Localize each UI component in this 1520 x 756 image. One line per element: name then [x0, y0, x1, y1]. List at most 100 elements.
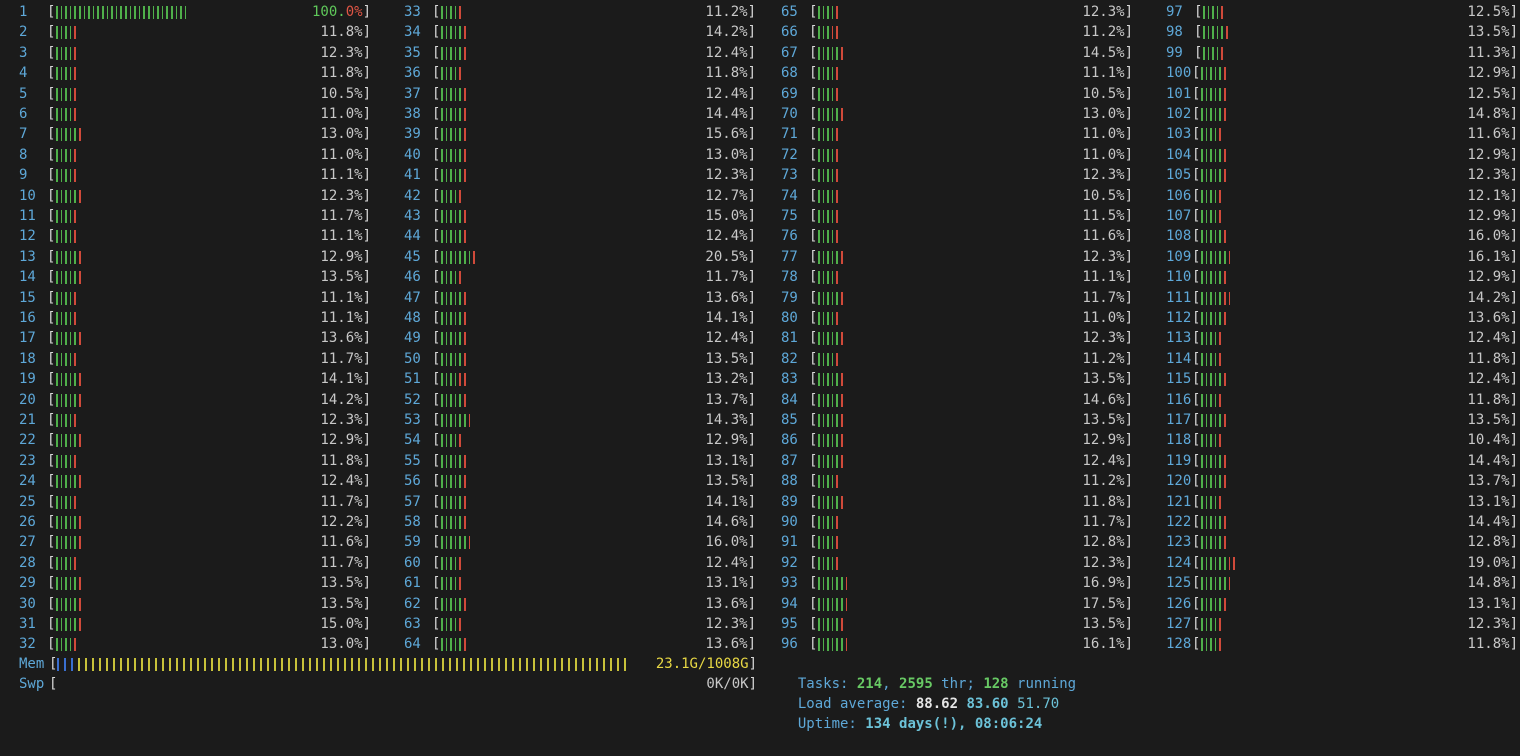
cpu-bar-tick-user [441, 516, 443, 529]
cpu-id-label: 125 [1166, 575, 1192, 592]
cpu-percent: 11.7%] [219, 206, 371, 226]
cpu-percent: 12.3%] [219, 410, 371, 430]
cpu-bar-tick-kernel [836, 556, 838, 570]
cpu-bar-tick-user [464, 414, 466, 427]
mem-bar-tick-cache [561, 658, 563, 671]
cpu-percent-value: 14.2% [320, 391, 363, 408]
cpu-meter-row: 17[13.6%] [19, 328, 371, 348]
cpu-bar-tick-user [1205, 597, 1208, 611]
cpu-id-label: 10 [19, 187, 36, 204]
cpu-bracket-open: [ [809, 616, 818, 632]
cpu-percent: 11.2%] [981, 349, 1133, 369]
cpu-bracket-open: [ [47, 44, 56, 61]
cpu-percent: 13.7%] [604, 390, 756, 410]
cpu-bar-tick-user [1214, 393, 1217, 407]
cpu-bar-tick-user [818, 495, 820, 509]
cpu-bar-tick-user [1219, 556, 1221, 570]
cpu-bar-tick-kernel [459, 577, 461, 591]
mem-bar-tick-cache [358, 658, 360, 671]
cpu-meter-row: 117[13.5%] [1166, 410, 1518, 430]
cpu-bar-tick-user [56, 556, 58, 570]
cpu-bracket-close: ] [1509, 514, 1518, 530]
cpu-bar-tick-user [1205, 250, 1208, 264]
cpu-id-label: 107 [1166, 208, 1192, 224]
cpu-percent-value: 14.4% [1467, 452, 1510, 469]
cpu-bar-tick-user [1214, 414, 1217, 427]
cpu-bar-tick-user [74, 597, 76, 611]
cpu-bracket-open: [ [809, 575, 818, 592]
cpu-bar-tick-user [827, 618, 829, 631]
mem-bar-tick-cache [183, 658, 185, 671]
cpu-bar-tick-kernel [841, 108, 843, 121]
cpu-percent: 11.1%] [219, 308, 371, 328]
cpu-bracket-open: [ [809, 452, 818, 469]
cpu-bracket-open: [ [1192, 432, 1201, 449]
cpu-bar-tick-kernel [1224, 312, 1226, 325]
cpu-bar-tick-user [74, 536, 76, 550]
cpu-id-label: 18 [19, 350, 36, 367]
cpu-bracket-open: [ [1192, 248, 1201, 265]
cpu-percent: 13.0%] [981, 104, 1133, 124]
cpu-bar-tick-user [827, 556, 829, 570]
cpu-bar-tick-user [459, 46, 461, 60]
cpu-bar-tick-user [1219, 312, 1221, 325]
cpu-id-label: 113 [1166, 330, 1192, 347]
cpu-bracket-open: [ [1192, 371, 1201, 388]
cpu-meter-row: 113[12.4%] [1166, 328, 1518, 348]
cpu-percent-value: 12.4% [1082, 452, 1125, 469]
cpu-bracket-open: [ [432, 187, 441, 204]
cpu-bar-tick-user [841, 597, 843, 611]
cpu-id-label: 26 [19, 514, 36, 530]
cpu-bracket-open: [ [1192, 473, 1201, 490]
cpu-bar-tick-user [445, 475, 448, 489]
cpu-bar-tick-user [1210, 475, 1212, 489]
cpu-percent: 12.3%] [981, 328, 1133, 348]
cpu-id-label: 85 [781, 412, 798, 428]
cpu-bar-tick-user [450, 210, 452, 223]
cpu-bar-tick-kernel [1219, 352, 1221, 366]
cpu-bar-tick-user [459, 475, 461, 489]
cpu-bar-tick-kernel [836, 189, 838, 203]
cpu-percent-value: 12.4% [1467, 371, 1510, 388]
cpu-bracket-open: [ [1192, 452, 1201, 469]
cpu-bar-tick-user [1203, 26, 1205, 40]
mem-bar-tick-cache [204, 658, 206, 671]
cpu-id-label: 72 [781, 146, 798, 163]
cpu-bar-tick-kernel [836, 169, 838, 183]
cpu-id-label: 84 [781, 391, 798, 408]
cpu-meter-row: 3[12.3%] [19, 43, 371, 63]
cpu-percent-value: 12.9% [705, 432, 748, 449]
cpu-id-label: 76 [781, 228, 798, 245]
cpu-percent: 12.9%] [981, 430, 1133, 450]
cpu-bar-tick-user [459, 169, 461, 183]
cpu-meter-row: 7[13.0%] [19, 124, 371, 144]
cpu-id-label: 47 [404, 289, 421, 306]
cpu-meter-row: 118[10.4%] [1166, 430, 1518, 450]
cpu-percent-value: 12.5% [1467, 4, 1510, 20]
cpu-bar-tick-kernel [464, 210, 466, 223]
cpu-bar-tick-user [79, 6, 81, 19]
cpu-bar-tick-user [56, 454, 58, 468]
cpu-bar-tick-user [1219, 577, 1221, 591]
cpu-bracket-close: ] [362, 575, 371, 592]
cpu-bar-tick-kernel [1228, 577, 1231, 591]
cpu-bar-tick-user [450, 597, 452, 611]
cpu-bar-tick-user [459, 516, 461, 529]
cpu-bar-tick-user [56, 536, 58, 550]
cpu-percent-value: 15.0% [320, 616, 363, 632]
cpu-bar-tick-user [450, 148, 452, 162]
cpu-bar-tick-user [1210, 108, 1212, 121]
cpu-bar-tick-user [120, 6, 122, 19]
cpu-bar-tick-user [818, 230, 820, 244]
cpu-percent: 11.1%] [981, 63, 1133, 83]
cpu-percent-value: 13.6% [1467, 310, 1510, 326]
cpu-bar-tick-kernel [464, 291, 466, 305]
cpu-id-label: 25 [19, 493, 36, 510]
cpu-bar-tick-user [1210, 312, 1212, 325]
cpu-bracket-close: ] [747, 44, 756, 61]
cpu-bar-tick-user [468, 250, 471, 264]
cpu-bar-tick-user [166, 6, 168, 19]
cpu-bar-tick-user [818, 128, 820, 142]
cpu-meter-row: 95[13.5%] [781, 614, 1133, 634]
mem-bar-tick-cache [127, 658, 129, 671]
